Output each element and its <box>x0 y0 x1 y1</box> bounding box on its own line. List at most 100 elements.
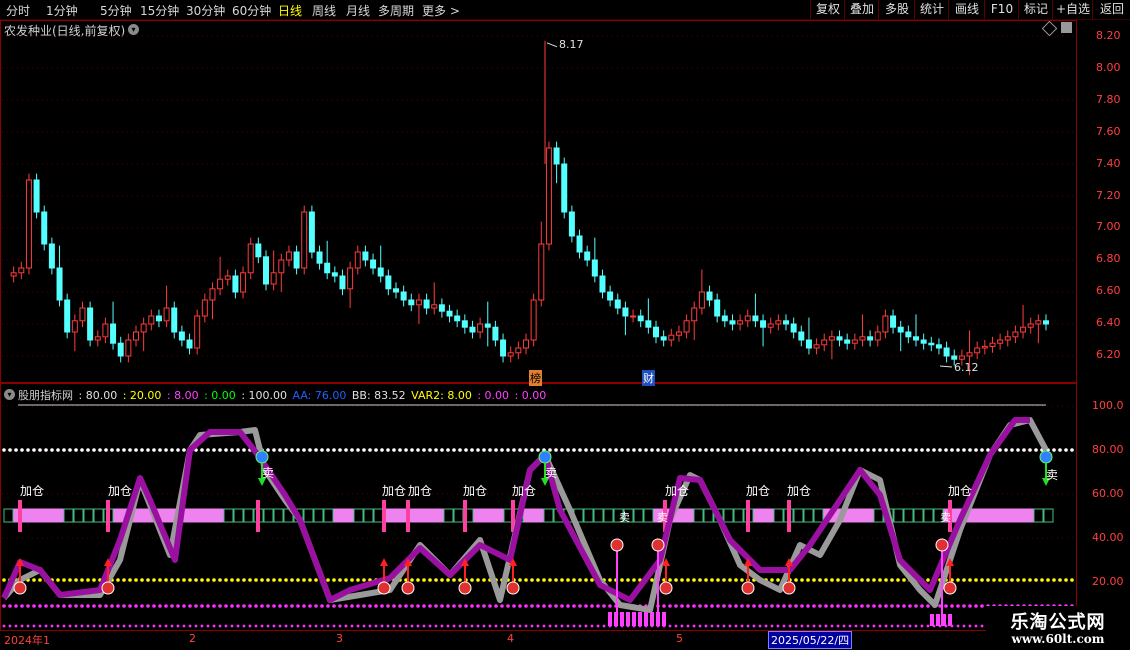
level-8-dots <box>896 604 900 608</box>
level-8-dots <box>158 604 162 608</box>
indicator-value: : 20.00 <box>122 389 162 402</box>
level-8-dots <box>506 604 510 608</box>
indicator-tick: 20.00 <box>1092 575 1124 588</box>
level-0-dots <box>302 624 306 628</box>
level-80-dots <box>458 448 462 452</box>
level-80-dots <box>38 448 42 452</box>
level-20-dots <box>482 578 486 582</box>
level-80-dots <box>524 448 528 452</box>
candle-body <box>653 326 659 338</box>
candle-body <box>675 331 682 336</box>
candle-body <box>263 256 269 285</box>
level-8-dots <box>134 604 138 608</box>
stem-ball <box>651 538 665 552</box>
candle-body <box>438 304 445 312</box>
level-80-dots <box>356 448 360 452</box>
level-8-dots <box>572 604 576 608</box>
level-80-dots <box>956 448 960 452</box>
candle-body <box>1012 331 1019 338</box>
level-20-dots <box>62 578 66 582</box>
level-80-dots <box>206 448 210 452</box>
signal-band-cell <box>433 508 444 523</box>
indicator-dropdown-icon[interactable]: ▾ <box>4 389 15 400</box>
level-80-dots <box>1052 448 1056 452</box>
level-20-dots <box>56 578 60 582</box>
sell-globe <box>1039 450 1053 464</box>
level-0-dots <box>578 624 582 628</box>
level-0-dots <box>818 624 822 628</box>
level-80-dots <box>350 448 354 452</box>
add-position-label: 加仓 <box>20 484 45 498</box>
candle-body <box>308 211 315 253</box>
level-8-dots <box>698 604 702 608</box>
level-0-dots <box>296 624 300 628</box>
candle-body <box>844 339 851 344</box>
level-8-dots <box>440 604 444 608</box>
candle-body <box>545 147 552 245</box>
candle-body <box>163 307 170 322</box>
level-80-dots <box>848 448 852 452</box>
band-marker <box>463 500 467 532</box>
level-8-dots <box>380 604 384 608</box>
level-20-dots <box>80 578 84 582</box>
ranking-marker[interactable]: 榜 <box>529 370 542 386</box>
candle-body <box>599 275 606 293</box>
level-20-dots <box>566 578 570 582</box>
level-0-dots <box>764 624 768 628</box>
level-20-dots <box>692 578 696 582</box>
level-0-dots <box>566 624 570 628</box>
level-8-dots <box>566 604 570 608</box>
time-label: 2024年1 <box>4 634 50 647</box>
level-20-dots <box>248 578 252 582</box>
level-20-dots <box>986 578 990 582</box>
level-0-dots <box>536 624 540 628</box>
level-20-dots <box>212 578 216 582</box>
level-80-dots <box>860 448 864 452</box>
level-8-dots <box>410 604 414 608</box>
candle-body <box>905 331 912 338</box>
candle-body <box>805 339 812 349</box>
level-0-dots <box>308 624 312 628</box>
level-8-dots <box>560 604 564 608</box>
level-0-dots <box>872 624 876 628</box>
level-0-dots <box>80 624 84 628</box>
level-80-dots <box>50 448 54 452</box>
level-0-dots <box>452 624 456 628</box>
finance-marker[interactable]: 财 <box>642 370 655 386</box>
candle-body <box>530 299 537 341</box>
level-8-dots <box>848 604 852 608</box>
level-8-dots <box>428 604 432 608</box>
add-position-label: 加仓 <box>463 484 488 498</box>
level-8-dots <box>362 604 366 608</box>
level-20-dots <box>1010 578 1014 582</box>
level-80-dots <box>380 448 384 452</box>
candle-body <box>981 345 988 349</box>
signal-band-cell <box>313 508 324 523</box>
level-20-dots <box>1022 578 1026 582</box>
level-20-dots <box>146 578 150 582</box>
level-20-dots <box>182 578 186 582</box>
level-80-dots <box>710 448 714 452</box>
signal-band-cell <box>303 508 314 523</box>
level-0-dots <box>602 624 606 628</box>
level-0-dots <box>440 624 444 628</box>
level-20-dots <box>884 578 888 582</box>
level-8-dots <box>230 604 234 608</box>
candle-body <box>270 272 277 285</box>
level-0-dots <box>362 624 366 628</box>
signal-band-cell <box>693 508 704 523</box>
level-0-dots <box>458 624 462 628</box>
candle-body <box>538 243 545 301</box>
candle-body <box>943 347 950 357</box>
signal-band-cell <box>863 508 874 523</box>
level-80-dots <box>32 448 36 452</box>
candle-body <box>989 342 996 347</box>
level-20-dots <box>242 578 246 582</box>
candle-body <box>94 336 101 341</box>
candle-body <box>660 336 667 341</box>
level-20-dots <box>776 578 780 582</box>
indicator-name[interactable]: 股朋指标网 <box>18 389 73 402</box>
level-8-dots <box>260 604 264 608</box>
signal-band-cell <box>393 508 404 523</box>
signal-band-cell <box>83 508 94 523</box>
